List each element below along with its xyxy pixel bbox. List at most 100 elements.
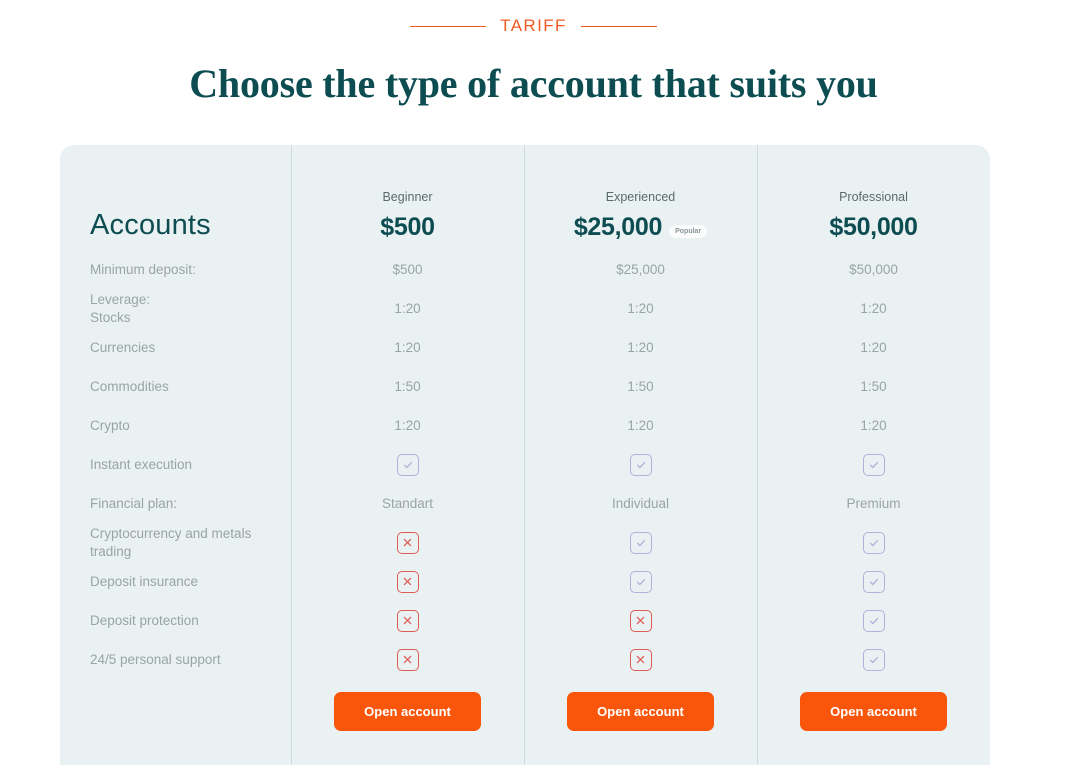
pricing-table: Accounts Minimum deposit: Leverage: Stocks C… — [60, 145, 990, 765]
plan-column-beginner: Beginner $500 $500 1:20 1:20 1:50 1:20 Standart… — [291, 145, 524, 765]
plan-price: $50,000 — [829, 213, 918, 241]
check-icon — [862, 648, 885, 671]
open-account-button[interactable]: Open account — [800, 691, 947, 731]
plan-column-experienced: Experienced $25,000 Popular $25,000 1:20 1:20… — [524, 145, 757, 765]
feature-value — [524, 523, 757, 562]
feature-label-text: Instant execution — [90, 456, 193, 472]
feature-label: Financial plan: — [60, 484, 291, 523]
eyebrow-rule-right — [580, 25, 657, 27]
plan-name: Beginner — [382, 190, 433, 204]
open-account-button[interactable]: Open account — [567, 691, 714, 731]
check-icon — [862, 531, 885, 554]
feature-value — [757, 640, 990, 679]
cross-icon — [396, 648, 419, 671]
cross-icon — [396, 609, 419, 632]
feature-label: Crypto — [60, 406, 291, 445]
feature-label: Commodities — [60, 367, 291, 406]
check-icon — [629, 453, 652, 476]
plan-price: $500 — [380, 213, 435, 241]
feature-value: $50,000 — [849, 262, 898, 277]
feature-label: Deposit protection — [60, 601, 291, 640]
plan-name: Professional — [839, 190, 908, 204]
plan-header: Professional $50,000 — [757, 145, 990, 250]
feature-value: 1:20 — [860, 418, 887, 433]
feature-value — [524, 640, 757, 679]
feature-label-column: Accounts Minimum deposit: Leverage: Stocks C… — [60, 145, 291, 765]
page-title: Choose the type of account that suits yo… — [189, 61, 878, 106]
feature-label-text: Currencies — [90, 339, 156, 355]
status-badge: Popular — [669, 225, 708, 238]
feature-value — [291, 640, 524, 679]
feature-value — [757, 562, 990, 601]
feature-label-text: Financial plan: — [90, 495, 178, 511]
feature-value: $500 — [392, 262, 423, 277]
check-icon — [862, 453, 885, 476]
feature-value: 1:20 — [860, 301, 887, 316]
plan-price: $25,000 — [573, 213, 663, 241]
feature-value — [291, 601, 524, 640]
feature-label: Deposit insurance — [60, 562, 291, 601]
feature-value: 1:20 — [394, 301, 421, 316]
check-icon — [862, 609, 885, 632]
feature-value: 1:20 — [627, 418, 654, 433]
plan-header: Experienced $25,000 Popular — [524, 145, 757, 250]
feature-value — [757, 523, 990, 562]
plan-price-row: $50,000 — [829, 213, 918, 242]
check-icon — [629, 570, 652, 593]
cross-icon — [629, 609, 652, 632]
feature-value: $25,000 — [616, 262, 665, 277]
check-icon — [396, 453, 419, 476]
eyebrow-label: TARIFF — [500, 16, 567, 35]
feature-value: 1:50 — [627, 379, 654, 394]
feature-value — [524, 445, 757, 484]
feature-label-text: Deposit insurance — [90, 573, 199, 589]
feature-label-text: Commodities — [90, 378, 169, 394]
feature-label-text: 24/5 personal support — [90, 651, 221, 667]
feature-label-text: Crypto — [90, 417, 130, 433]
feature-label: Instant execution — [60, 445, 291, 484]
plan-price-row: $500 — [380, 213, 435, 242]
feature-value: 1:20 — [394, 340, 421, 355]
feature-value — [757, 601, 990, 640]
feature-label-text: Deposit protection — [90, 612, 199, 628]
feature-value — [291, 562, 524, 601]
feature-label: Minimum deposit: — [60, 250, 291, 289]
section-eyebrow: TARIFF — [0, 16, 1067, 36]
feature-label: 24/5 personal support — [60, 640, 291, 679]
cta-cell: Open account — [757, 679, 990, 743]
feature-value: Premium — [846, 496, 901, 511]
feature-value: 1:20 — [394, 418, 421, 433]
cross-icon — [396, 570, 419, 593]
feature-value: Standart — [381, 496, 434, 511]
feature-value — [291, 445, 524, 484]
accounts-title: Accounts — [90, 209, 211, 241]
feature-value: 1:20 — [627, 301, 654, 316]
plan-header: Beginner $500 — [291, 145, 524, 250]
feature-value: 1:50 — [860, 379, 887, 394]
feature-label: Leverage: Stocks — [60, 289, 291, 328]
plan-price-row: $25,000 Popular — [573, 213, 708, 242]
label-column-footer-spacer — [60, 679, 291, 743]
feature-label-text: Cryptocurrency and metals trading — [90, 525, 252, 559]
feature-value: Individual — [611, 496, 670, 511]
open-account-button[interactable]: Open account — [334, 691, 481, 731]
feature-value: 1:20 — [627, 340, 654, 355]
feature-label: Cryptocurrency and metals trading — [60, 523, 291, 562]
feature-label: Currencies — [60, 328, 291, 367]
feature-value — [524, 601, 757, 640]
cross-icon — [629, 648, 652, 671]
feature-value: 1:50 — [394, 379, 421, 394]
plan-name: Experienced — [605, 190, 676, 204]
feature-value — [757, 445, 990, 484]
eyebrow-rule-left — [410, 25, 487, 27]
plan-column-professional: Professional $50,000 $50,000 1:20 1:20 1:50 1:… — [757, 145, 990, 765]
cta-cell: Open account — [291, 679, 524, 743]
cross-icon — [396, 531, 419, 554]
check-icon — [862, 570, 885, 593]
feature-label-text: Leverage: Stocks — [90, 291, 151, 325]
table-corner-heading: Accounts — [60, 145, 291, 250]
feature-value: 1:20 — [860, 340, 887, 355]
cta-cell: Open account — [524, 679, 757, 743]
feature-value — [524, 562, 757, 601]
feature-value — [291, 523, 524, 562]
